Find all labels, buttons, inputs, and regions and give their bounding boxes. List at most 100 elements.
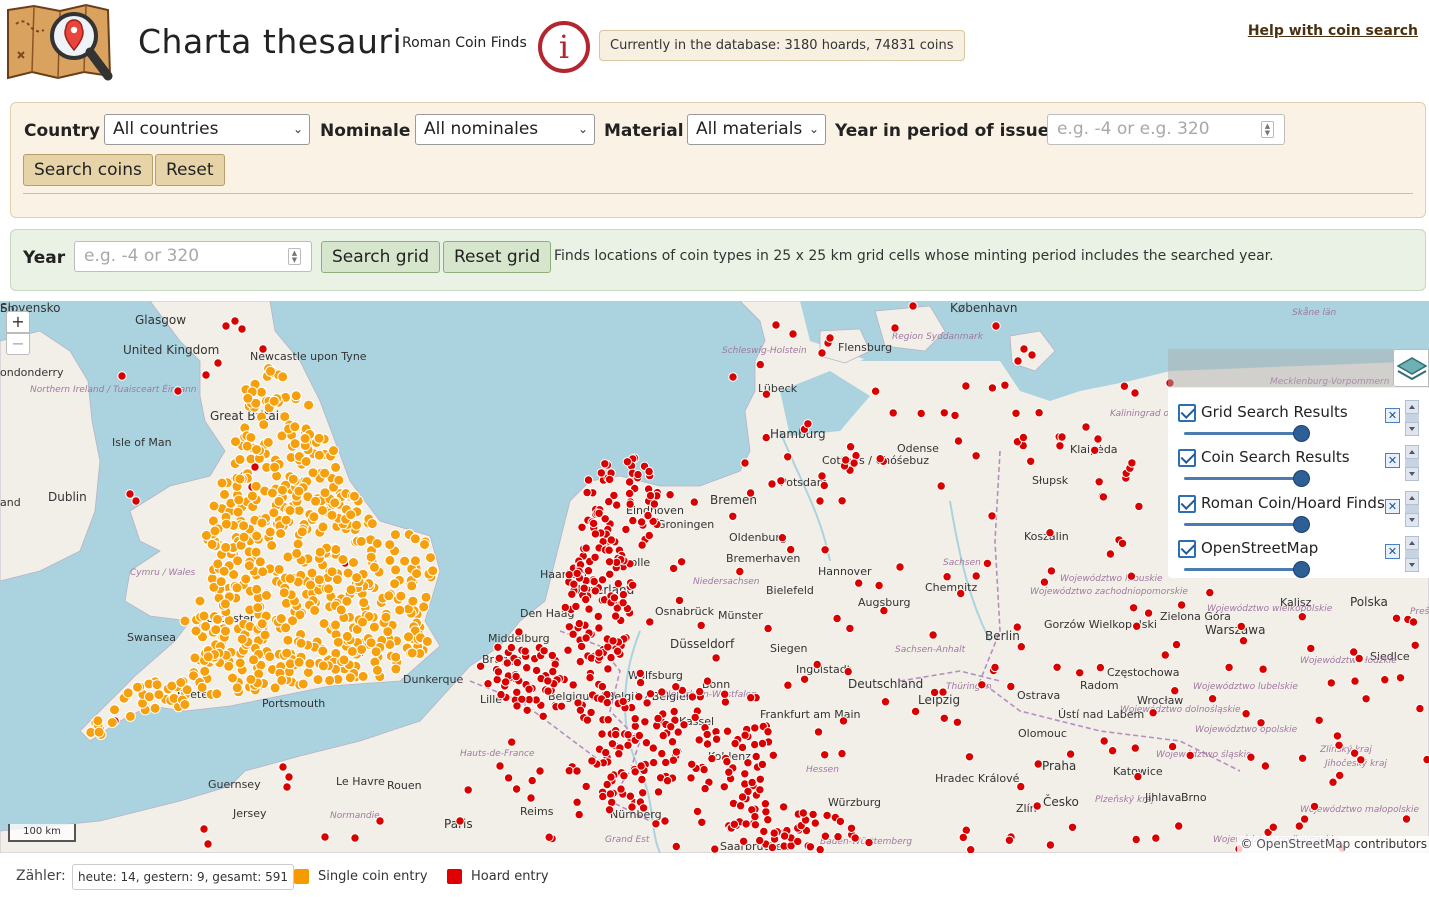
hoard-marker[interactable] [817,348,827,358]
hoard-marker[interactable] [668,563,679,574]
hoard-marker[interactable] [645,617,655,627]
single-coin-marker[interactable] [289,438,301,450]
single-coin-marker[interactable] [223,660,235,672]
hoard-marker[interactable] [282,782,292,792]
hoard-marker[interactable] [879,605,889,616]
hoard-marker[interactable] [1016,781,1026,792]
hoard-marker[interactable] [702,729,712,740]
hoard-marker[interactable] [1167,741,1178,752]
single-coin-marker[interactable] [278,587,290,599]
hoard-marker[interactable] [1012,622,1022,632]
hoard-marker[interactable] [750,723,760,733]
hoard-marker[interactable] [1205,587,1215,598]
hoard-marker[interactable] [987,383,998,393]
single-coin-marker[interactable] [406,647,418,659]
hoard-marker[interactable] [843,666,853,677]
hoard-marker[interactable] [643,510,653,521]
hoard-marker[interactable] [1410,640,1420,650]
single-coin-marker[interactable] [338,654,350,666]
single-coin-marker[interactable] [292,538,304,550]
hoard-marker[interactable] [837,496,847,506]
hoard-marker[interactable] [625,791,636,801]
hoard-marker[interactable] [1006,681,1016,692]
hoard-marker[interactable] [832,613,842,624]
hoard-marker[interactable] [572,568,582,579]
hoard-marker[interactable] [538,711,548,721]
single-coin-marker[interactable] [356,644,368,655]
hoard-marker[interactable] [1026,456,1036,467]
single-coin-marker[interactable] [227,672,238,684]
opacity-slider[interactable] [1184,523,1302,526]
hoard-marker[interactable] [524,684,534,694]
hoard-marker[interactable] [788,329,798,339]
hoard-marker[interactable] [728,511,738,522]
hoard-marker[interactable] [507,737,517,747]
hoard-marker[interactable] [1117,538,1128,549]
single-coin-marker[interactable] [330,619,341,631]
single-coin-marker[interactable] [179,699,191,710]
hoard-marker[interactable] [603,664,613,674]
hoard-marker[interactable] [600,459,610,469]
hoard-marker[interactable] [514,627,524,637]
hoard-marker[interactable] [817,471,827,481]
single-coin-marker[interactable] [313,449,325,461]
layer-checkbox[interactable] [1178,540,1196,558]
hoard-marker[interactable] [1246,752,1256,762]
single-coin-marker[interactable] [277,484,288,496]
hoard-marker[interactable] [575,656,585,667]
hoard-marker[interactable] [1095,662,1106,673]
hoard-marker[interactable] [702,676,713,686]
hoard-marker[interactable] [1127,458,1137,468]
hoard-marker[interactable] [783,680,793,690]
hoard-marker[interactable] [638,788,648,798]
hoard-marker[interactable] [619,771,629,781]
hoard-marker[interactable] [284,772,294,782]
hoard-marker[interactable] [583,475,594,485]
hoard-marker[interactable] [953,436,964,446]
single-coin-marker[interactable] [333,474,345,486]
single-coin-marker[interactable] [277,371,289,383]
single-coin-marker[interactable] [196,681,208,693]
hoard-marker[interactable] [1011,408,1021,419]
single-coin-marker[interactable] [273,563,285,575]
hoard-marker[interactable] [971,571,981,581]
hoard-marker[interactable] [755,835,765,846]
hoard-marker[interactable] [1133,771,1143,782]
single-coin-marker[interactable] [220,518,232,530]
single-coin-marker[interactable] [233,494,245,506]
hoard-marker[interactable] [1160,650,1171,660]
hoard-marker[interactable] [568,680,578,690]
layer-checkbox[interactable] [1178,495,1196,513]
hoard-marker[interactable] [673,727,683,737]
hoard-marker[interactable] [805,842,816,852]
single-coin-marker[interactable] [299,433,311,444]
single-coin-marker[interactable] [314,546,326,558]
single-coin-marker[interactable] [271,470,283,482]
single-coin-marker[interactable] [252,602,264,614]
single-coin-marker[interactable] [241,440,253,452]
hoard-marker[interactable] [527,775,537,786]
hoard-marker[interactable] [125,489,135,499]
single-coin-marker[interactable] [382,626,394,638]
hoard-marker[interactable] [500,677,511,687]
single-coin-marker[interactable] [198,610,210,622]
single-coin-marker[interactable] [317,505,328,516]
hoard-marker[interactable] [679,720,689,730]
remove-layer-icon[interactable]: ✕ [1385,544,1400,559]
single-coin-marker[interactable] [399,555,411,567]
single-coin-marker[interactable] [220,541,232,553]
hoard-marker[interactable] [665,490,675,500]
hoard-marker[interactable] [604,557,615,567]
reset-button[interactable]: Reset [155,154,225,186]
hoard-marker[interactable] [1294,821,1305,831]
single-coin-marker[interactable] [257,566,269,578]
single-coin-marker[interactable] [284,658,296,670]
single-coin-marker[interactable] [419,539,430,550]
move-layer-down-icon[interactable] [1405,513,1419,527]
hoard-marker[interactable] [1332,731,1343,741]
single-coin-marker[interactable] [280,622,292,634]
single-coin-marker[interactable] [312,674,324,686]
reset-grid-button[interactable]: Reset grid [443,241,552,273]
hoard-marker[interactable] [614,749,624,759]
opacity-slider-handle[interactable] [1293,425,1310,442]
